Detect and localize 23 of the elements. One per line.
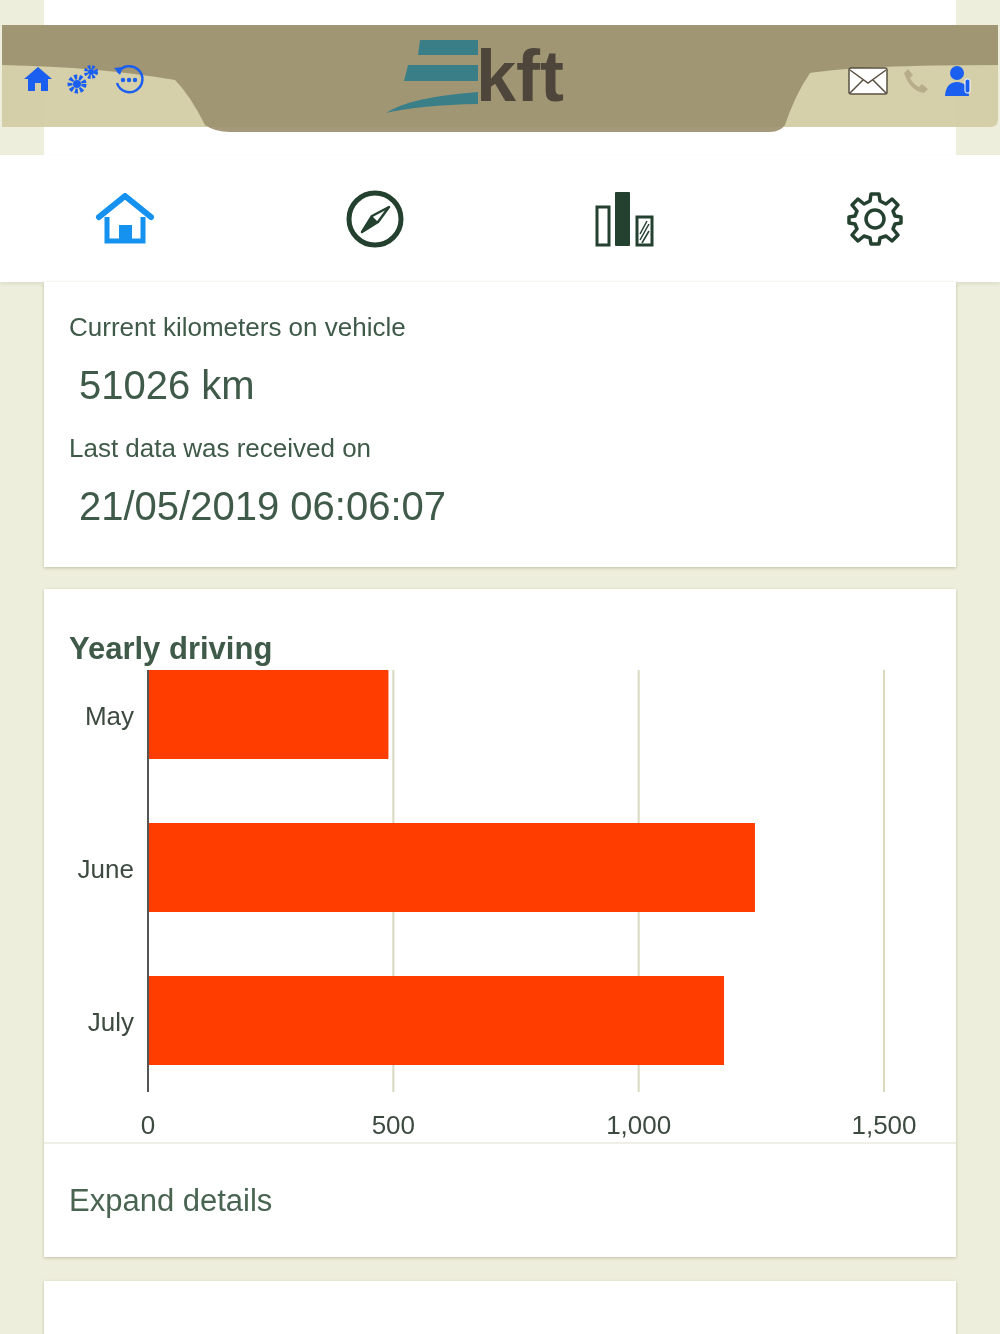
home-icon[interactable] bbox=[22, 65, 54, 93]
refresh-icon[interactable] bbox=[112, 63, 146, 95]
date-value: 21/05/2019 06:06:07 bbox=[79, 483, 446, 530]
tick-label: 1,500 bbox=[851, 1110, 917, 1140]
tick-label: 500 bbox=[371, 1110, 416, 1140]
category-label: May bbox=[84, 701, 134, 731]
chart-title: Yearly driving bbox=[69, 631, 274, 667]
logo-text: kft bbox=[476, 40, 564, 112]
compass-icon bbox=[345, 188, 405, 249]
bar-chart-icon bbox=[594, 189, 656, 248]
expand-details-link[interactable]: Expand details bbox=[69, 1183, 273, 1218]
tick-label: 0 bbox=[140, 1110, 156, 1140]
km-label: Current kilometers on vehicle bbox=[69, 311, 406, 344]
mail-icon[interactable] bbox=[848, 67, 888, 95]
date-label: Last data was received on bbox=[69, 432, 372, 465]
km-value: 51026 km bbox=[79, 362, 255, 409]
home-icon bbox=[95, 192, 155, 245]
gears-icon[interactable] bbox=[66, 63, 100, 95]
settings-icon bbox=[847, 190, 903, 247]
category-label: June bbox=[77, 854, 134, 884]
tick-label: 1,000 bbox=[606, 1110, 672, 1140]
category-label: July bbox=[87, 1007, 134, 1037]
user-icon[interactable] bbox=[944, 65, 974, 97]
